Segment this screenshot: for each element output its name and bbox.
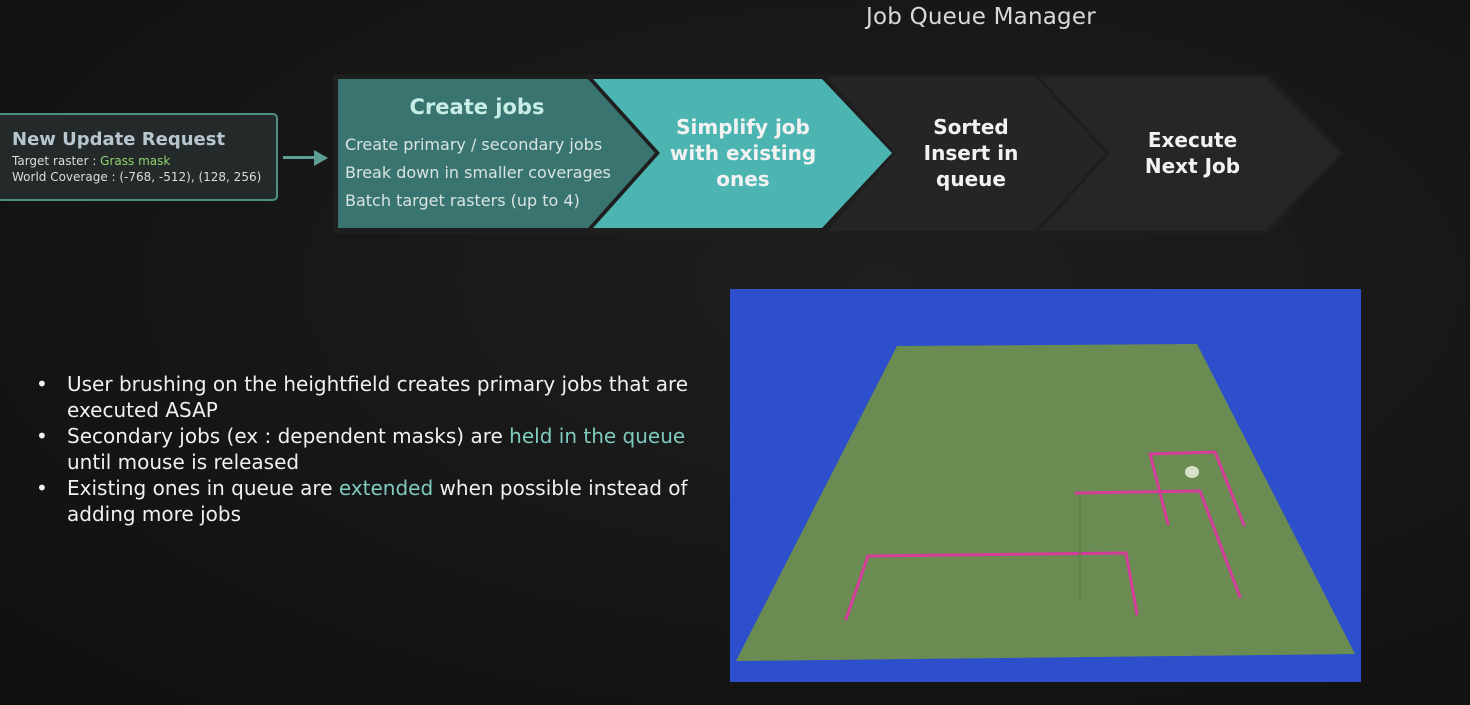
sorted-step-label: Sorted Insert in queue	[890, 114, 1052, 192]
simplify-step-label: Simplify job with existing ones	[648, 114, 838, 192]
bullet-list: • User brushing on the heightfield creat…	[36, 371, 716, 527]
sorted-line: Insert in	[923, 141, 1019, 165]
simplify-line: with existing	[669, 141, 817, 165]
create-jobs-list: Create primary / secondary jobs Break do…	[345, 131, 611, 215]
heightfield-scene	[736, 344, 1355, 661]
bullet-item: • Existing ones in queue are extended wh…	[36, 475, 716, 527]
sorted-line: queue	[936, 167, 1006, 191]
simplify-line: ones	[716, 167, 770, 191]
bullet-item: • Secondary jobs (ex : dependent masks) …	[36, 423, 716, 475]
bullet-dot: •	[36, 476, 48, 500]
bullet-dot: •	[36, 372, 48, 396]
execute-line: Next Job	[1144, 154, 1241, 178]
bullet-dot: •	[36, 424, 48, 448]
bullet-text: Existing ones in queue are	[67, 476, 339, 500]
heightfield-viewport[interactable]	[730, 289, 1361, 682]
create-jobs-item: Batch target rasters (up to 4)	[345, 191, 580, 210]
sorted-line: Sorted	[933, 115, 1009, 139]
bullet-text: Secondary jobs (ex : dependent masks) ar…	[67, 424, 510, 448]
bullet-text: User brushing on the heightfield creates…	[67, 372, 689, 422]
create-jobs-item: Break down in smaller coverages	[345, 163, 611, 182]
bullet-highlight: held in the queue	[509, 424, 686, 448]
create-jobs-title: Create jobs	[409, 95, 545, 119]
create-jobs-item: Create primary / secondary jobs	[345, 135, 603, 154]
simplify-line: Simplify job	[676, 115, 810, 139]
execute-step-label: Execute Next Job	[1110, 127, 1275, 179]
execute-line: Execute	[1147, 128, 1238, 152]
brush-cursor	[1185, 466, 1199, 478]
bullet-text: until mouse is released	[67, 450, 300, 474]
terrain-plane	[736, 344, 1355, 661]
bullet-item: • User brushing on the heightfield creat…	[36, 371, 716, 423]
bullet-highlight: extended	[338, 476, 434, 500]
